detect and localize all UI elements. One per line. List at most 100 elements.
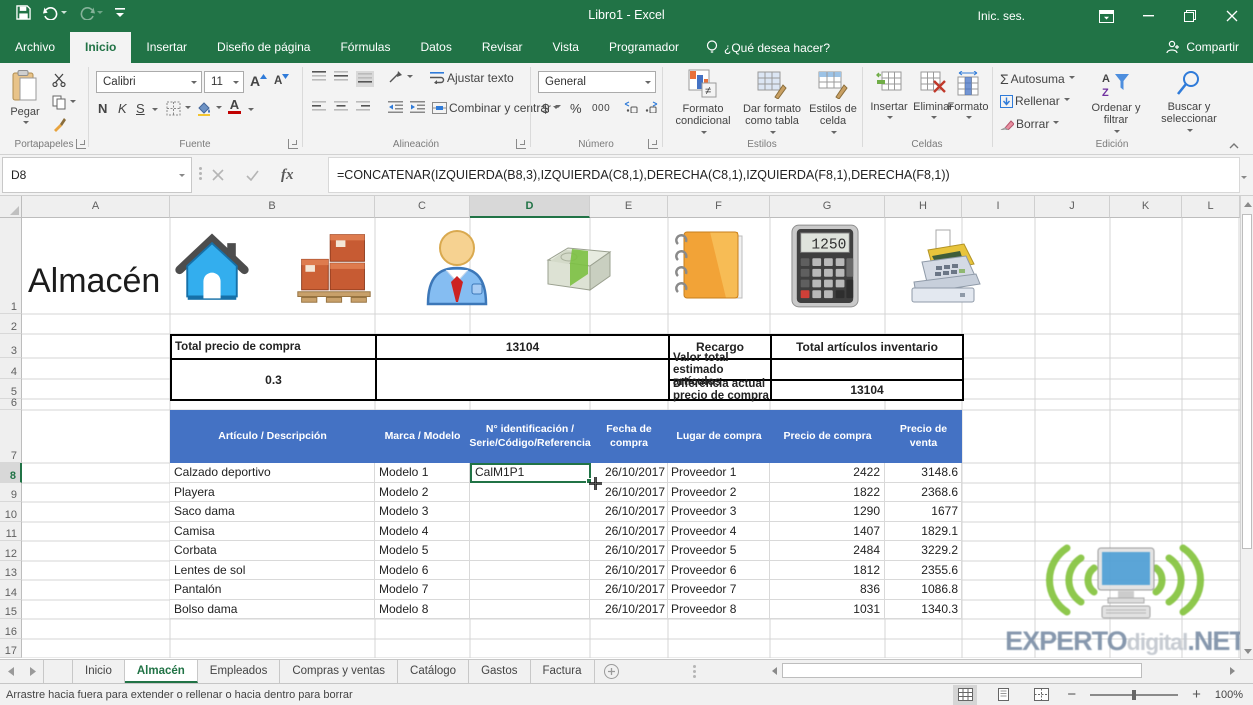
sheet-tab-factura[interactable]: Factura xyxy=(531,660,595,683)
tab-vista[interactable]: Vista xyxy=(538,32,594,63)
tab-datos[interactable]: Datos xyxy=(405,32,466,63)
row-header-5[interactable]: 5 xyxy=(0,379,22,399)
name-box-dropdown[interactable] xyxy=(179,173,185,180)
summary-value-diferencia[interactable]: 13104 xyxy=(772,381,964,401)
tab-revisar[interactable]: Revisar xyxy=(467,32,538,63)
percent-button[interactable]: % xyxy=(570,101,582,116)
cell-precio-compra[interactable]: 1812 xyxy=(770,560,885,579)
calculator-icon[interactable]: 1250 xyxy=(790,222,860,310)
fill-dropdown[interactable] xyxy=(1063,98,1070,104)
sort-filter-dropdown[interactable] xyxy=(1114,130,1120,136)
format-painter-button[interactable] xyxy=(52,117,67,132)
row-header-12[interactable]: 12 xyxy=(0,541,22,561)
cell-precio-venta[interactable]: 1677 xyxy=(885,502,962,521)
font-name-combo[interactable]: Calibri xyxy=(96,71,202,93)
formula-input[interactable]: =CONCATENAR(IZQUIERDA(B8,3),IZQUIERDA(C8… xyxy=(328,157,1240,193)
row-header-13[interactable]: 13 xyxy=(0,561,22,580)
cell-precio-venta[interactable]: 2355.6 xyxy=(885,560,962,579)
fill-color-dropdown[interactable] xyxy=(216,105,222,112)
italic-button[interactable]: K xyxy=(118,101,127,116)
number-dialog-launcher[interactable] xyxy=(648,139,658,149)
conditional-formatting-dropdown[interactable] xyxy=(701,131,707,137)
cell-fecha[interactable]: 26/10/2017 xyxy=(590,580,668,599)
cell-lugar[interactable]: Proveedor 6 xyxy=(668,560,770,579)
col-header-A[interactable]: A xyxy=(22,196,170,218)
collapse-ribbon-button[interactable] xyxy=(1229,141,1239,149)
ribbon-display-options-button[interactable] xyxy=(1085,0,1127,32)
cell-lugar[interactable]: Proveedor 7 xyxy=(668,580,770,599)
row-header-8[interactable]: 8 xyxy=(0,463,22,483)
align-middle-button[interactable] xyxy=(334,71,348,83)
cell-articulo[interactable]: Lentes de sol xyxy=(170,560,375,579)
cell-grid[interactable]: Almacén 1250 Total precio de compra 1310… xyxy=(22,218,1240,658)
cell-precio-venta[interactable]: 1086.8 xyxy=(885,580,962,599)
summary-value-valor-estimado[interactable] xyxy=(772,360,964,381)
page-break-view-button[interactable] xyxy=(1029,685,1053,705)
sheet-nav-right-arrow[interactable] xyxy=(22,660,44,683)
zoom-slider[interactable] xyxy=(1090,689,1179,700)
sheet-tab-inicio[interactable]: Inicio xyxy=(72,660,125,683)
orientation-dropdown[interactable] xyxy=(407,74,413,81)
cell-lugar[interactable]: Proveedor 2 xyxy=(668,482,770,501)
col-header-C[interactable]: C xyxy=(375,196,470,218)
cell-precio-venta[interactable]: 3229.2 xyxy=(885,541,962,560)
scroll-left-arrow[interactable] xyxy=(766,663,782,679)
tab-diseno-de-pagina[interactable]: Diseño de página xyxy=(202,32,325,63)
col-header-K[interactable]: K xyxy=(1110,196,1182,218)
vertical-scrollbar[interactable] xyxy=(1240,196,1253,659)
orientation-button[interactable] xyxy=(388,71,413,84)
cell-identificacion[interactable] xyxy=(470,599,590,618)
notebook-icon[interactable] xyxy=(670,226,750,306)
minimize-button[interactable] xyxy=(1127,0,1169,32)
increase-indent-button[interactable] xyxy=(410,101,425,113)
alignment-dialog-launcher[interactable] xyxy=(516,139,526,149)
col-header-B[interactable]: B xyxy=(170,196,375,218)
header-precio-compra[interactable]: Precio de compra xyxy=(770,410,885,463)
decrease-indent-button[interactable] xyxy=(388,101,403,113)
cell-articulo[interactable]: Calzado deportivo xyxy=(170,463,375,482)
clipboard-dialog-launcher[interactable] xyxy=(76,139,86,149)
copy-button[interactable] xyxy=(52,95,76,110)
insert-cells-dropdown[interactable] xyxy=(887,116,893,122)
cell-marca[interactable]: Modelo 7 xyxy=(375,580,470,599)
cell-marca[interactable]: Modelo 5 xyxy=(375,541,470,560)
cell-precio-compra[interactable]: 1031 xyxy=(770,599,885,618)
summary-value-recargo[interactable]: 0.3 xyxy=(172,360,377,401)
row-header-16[interactable]: 16 xyxy=(0,619,22,639)
scroll-up-arrow[interactable] xyxy=(1241,196,1253,212)
cell-marca[interactable]: Modelo 1 xyxy=(375,463,470,482)
cell-precio-compra[interactable]: 1290 xyxy=(770,502,885,521)
col-header-F[interactable]: F xyxy=(668,196,770,218)
confirm-entry-icon[interactable] xyxy=(246,170,259,181)
vertical-scroll-thumb[interactable] xyxy=(1242,214,1252,549)
cell-fecha[interactable]: 26/10/2017 xyxy=(590,560,668,579)
header-precio-venta[interactable]: Precio de venta xyxy=(885,410,962,463)
sheet-tab-empleados[interactable]: Empleados xyxy=(198,660,281,683)
underline-dropdown[interactable] xyxy=(152,108,158,114)
col-header-L[interactable]: L xyxy=(1182,196,1240,218)
find-select-dropdown[interactable] xyxy=(1187,129,1193,135)
scroll-down-arrow[interactable] xyxy=(1241,643,1253,659)
cell-fecha[interactable]: 26/10/2017 xyxy=(590,521,668,540)
cell-fecha[interactable]: 26/10/2017 xyxy=(590,502,668,521)
tab-archivo[interactable]: Archivo xyxy=(0,32,70,63)
cell-marca[interactable]: Modelo 4 xyxy=(375,521,470,540)
cell-precio-compra[interactable]: 2484 xyxy=(770,541,885,560)
col-header-D[interactable]: D xyxy=(470,196,590,218)
cell-identificacion[interactable] xyxy=(470,482,590,501)
format-cells-dropdown[interactable] xyxy=(966,116,972,122)
sheet-tab-catalogo[interactable]: Catálogo xyxy=(398,660,470,683)
new-sheet-button[interactable] xyxy=(595,660,629,683)
row-header-1[interactable]: 1 xyxy=(0,218,22,314)
clear-dropdown[interactable] xyxy=(1053,121,1060,127)
row-header-15[interactable]: 15 xyxy=(0,600,22,619)
sheet-tab-gastos[interactable]: Gastos xyxy=(469,660,531,683)
cash-register-icon[interactable] xyxy=(902,226,990,306)
copy-dropdown[interactable] xyxy=(70,99,76,106)
cell-precio-venta[interactable]: 1829.1 xyxy=(885,521,962,540)
cell-lugar[interactable]: Proveedor 3 xyxy=(668,502,770,521)
align-left-button[interactable] xyxy=(312,101,326,113)
cell-precio-compra[interactable]: 2422 xyxy=(770,463,885,482)
money-icon[interactable] xyxy=(542,244,614,296)
row-header-7[interactable]: 7 xyxy=(0,410,22,463)
